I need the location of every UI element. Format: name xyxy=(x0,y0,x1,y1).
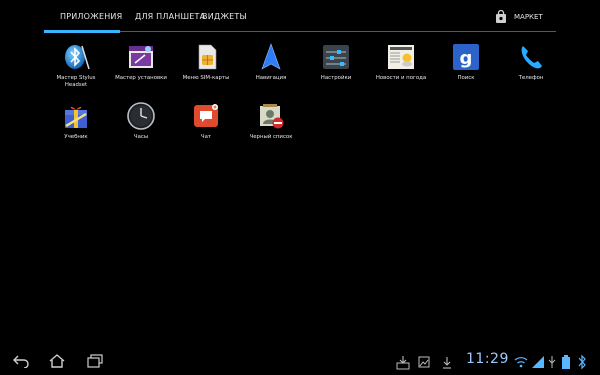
navigation-arrow-icon xyxy=(261,43,281,70)
app-clock[interactable]: Часы xyxy=(109,100,173,156)
bluetooth-icon xyxy=(578,354,586,370)
system-navigation-bar: 11:29 xyxy=(0,348,600,375)
download-complete-icon[interactable] xyxy=(441,354,453,370)
signal-strength-icon xyxy=(532,356,544,368)
market-label: МАРКЕТ xyxy=(514,13,543,21)
bluetooth-stylus-icon xyxy=(65,45,90,70)
recent-apps-button-icon[interactable] xyxy=(86,354,104,368)
app-navigation[interactable]: Навигация xyxy=(239,41,303,97)
app-label: Чат xyxy=(200,134,212,140)
download-notification-icon[interactable] xyxy=(396,354,410,370)
setup-wizard-icon xyxy=(129,46,153,68)
market-button[interactable]: МАРКЕТ xyxy=(494,9,543,25)
app-label: Новости и погода xyxy=(375,75,427,81)
battery-icon xyxy=(562,355,570,369)
phone-handset-icon xyxy=(521,46,542,69)
app-label: Поиск xyxy=(457,75,475,81)
tutorial-gift-icon xyxy=(65,106,87,128)
sim-card-icon xyxy=(198,44,217,70)
screenshot-notification-icon[interactable] xyxy=(418,354,430,370)
app-label: Настройки xyxy=(320,75,352,81)
app-settings[interactable]: Настройки xyxy=(304,41,368,97)
svg-text:g: g xyxy=(460,48,473,69)
usb-icon xyxy=(548,356,556,368)
app-label: Навигация xyxy=(255,75,287,81)
home-button-icon[interactable] xyxy=(48,354,66,368)
tab-widgets[interactable]: ВИДЖЕТЫ xyxy=(202,12,247,21)
chat-bubble-icon xyxy=(194,104,218,127)
app-label: Мастер установки xyxy=(115,75,167,81)
app-stylus-headset[interactable]: Мастер Stylus Headset xyxy=(44,41,108,97)
app-label: Телефон xyxy=(518,75,544,81)
app-sim-menu[interactable]: Меню SIM-карты xyxy=(174,41,238,97)
app-chat[interactable]: Чат xyxy=(174,100,238,156)
status-clock[interactable]: 11:29 xyxy=(466,351,509,367)
back-button-icon[interactable] xyxy=(12,354,30,368)
app-label: Мастер Stylus Headset xyxy=(56,75,96,88)
active-tab-indicator xyxy=(44,30,120,33)
app-tutorial[interactable]: Учебник xyxy=(44,100,108,156)
clock-icon xyxy=(127,102,155,130)
app-news-weather[interactable]: Новости и погода xyxy=(369,41,433,97)
app-grid: Мастер Stylus Headset Мастер установки М… xyxy=(44,41,564,161)
app-setup-wizard[interactable]: Мастер установки xyxy=(109,41,173,97)
app-search[interactable]: g Поиск xyxy=(434,41,498,97)
google-search-icon: g xyxy=(453,44,479,70)
app-label: Черный список xyxy=(249,134,293,140)
app-drawer-tabbar: ПРИЛОЖЕНИЯ ДЛЯ ПЛАНШЕТА ВИДЖЕТЫ МАРКЕТ xyxy=(0,0,600,34)
news-weather-icon xyxy=(388,45,414,69)
app-phone[interactable]: Телефон xyxy=(499,41,563,97)
app-label: Учебник xyxy=(64,134,88,140)
tabbar-divider xyxy=(120,31,556,32)
wifi-icon xyxy=(514,357,528,368)
app-label: Меню SIM-карты xyxy=(182,75,230,81)
tab-for-tablet[interactable]: ДЛЯ ПЛАНШЕТА xyxy=(135,12,205,21)
app-label: Часы xyxy=(133,134,149,140)
app-blacklist[interactable]: Черный список xyxy=(239,100,303,156)
tab-apps[interactable]: ПРИЛОЖЕНИЯ xyxy=(60,12,122,21)
market-bag-icon xyxy=(496,10,506,23)
settings-sliders-icon xyxy=(323,45,349,69)
blacklist-icon xyxy=(260,104,284,129)
